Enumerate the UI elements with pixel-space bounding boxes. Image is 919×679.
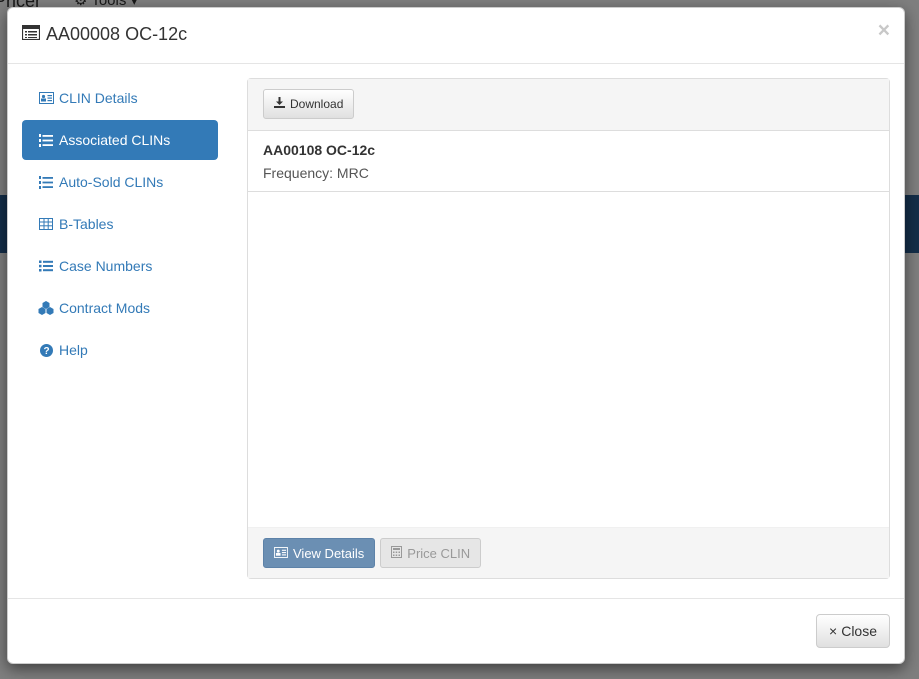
- sidebar-item-help[interactable]: ? Help: [22, 330, 218, 370]
- sidebar-item-label: Contract Mods: [59, 300, 151, 316]
- list-alt-icon: [21, 24, 41, 45]
- cubes-icon: [38, 301, 54, 315]
- sidebar-item-label: B-Tables: [59, 216, 114, 232]
- svg-text:?: ?: [43, 346, 49, 357]
- sidebar-item-auto-sold-clins[interactable]: Auto-Sold CLINs: [22, 162, 218, 202]
- view-details-button[interactable]: View Details: [263, 538, 376, 568]
- modal-title-text: AA00008 OC-12c: [46, 24, 188, 44]
- sidebar-item-contract-mods[interactable]: Contract Mods: [22, 288, 218, 328]
- close-icon[interactable]: ×: [878, 20, 890, 41]
- calculator-icon: [391, 545, 403, 561]
- panel-toolbar: Download: [248, 79, 889, 131]
- sidebar-item-label: Associated CLINs: [59, 132, 171, 148]
- ordered-list-icon: [38, 175, 54, 189]
- list-icon: [38, 260, 54, 272]
- clin-modal: AA00008 OC-12c × CLIN Details Associated…: [7, 7, 905, 664]
- close-icon: ×: [829, 623, 838, 639]
- associated-clins-panel: Download AA00108 OC-12c Frequency: MRC V…: [247, 78, 890, 579]
- modal-header: AA00008 OC-12c ×: [8, 8, 904, 64]
- close-label: Close: [841, 623, 877, 639]
- sidebar-item-clin-details[interactable]: CLIN Details: [22, 78, 218, 118]
- download-button[interactable]: Download: [263, 89, 355, 119]
- table-icon: [38, 218, 54, 230]
- modal-footer: × Close: [8, 598, 904, 663]
- sidebar-nav: CLIN Details Associated CLINs Auto-Sold …: [22, 78, 218, 372]
- list-item[interactable]: AA00108 OC-12c Frequency: MRC: [248, 131, 889, 192]
- modal-title: AA00008 OC-12c: [21, 24, 188, 45]
- clin-title: AA00108 OC-12c: [263, 142, 376, 158]
- close-button[interactable]: × Close: [816, 614, 890, 648]
- sidebar-item-label: Help: [59, 342, 88, 358]
- price-clin-label: Price CLIN: [407, 545, 471, 561]
- clin-frequency: Frequency: MRC: [263, 165, 369, 181]
- sidebar-item-associated-clins[interactable]: Associated CLINs: [22, 120, 218, 160]
- sidebar-item-label: Auto-Sold CLINs: [59, 174, 164, 190]
- question-circle-icon: ?: [38, 343, 54, 357]
- sidebar-item-label: CLIN Details: [59, 90, 138, 106]
- download-icon: [274, 97, 285, 111]
- ordered-list-icon: [38, 133, 54, 147]
- panel-footer: View Details Price CLIN: [248, 527, 889, 578]
- sidebar-item-b-tables[interactable]: B-Tables: [22, 204, 218, 244]
- sidebar-item-case-numbers[interactable]: Case Numbers: [22, 246, 218, 286]
- view-details-label: View Details: [293, 545, 365, 561]
- price-clin-button[interactable]: Price CLIN: [380, 538, 482, 568]
- download-label: Download: [290, 97, 344, 111]
- sidebar-item-label: Case Numbers: [59, 258, 153, 274]
- vcard-icon: [274, 546, 288, 561]
- vcard-icon: [38, 92, 54, 104]
